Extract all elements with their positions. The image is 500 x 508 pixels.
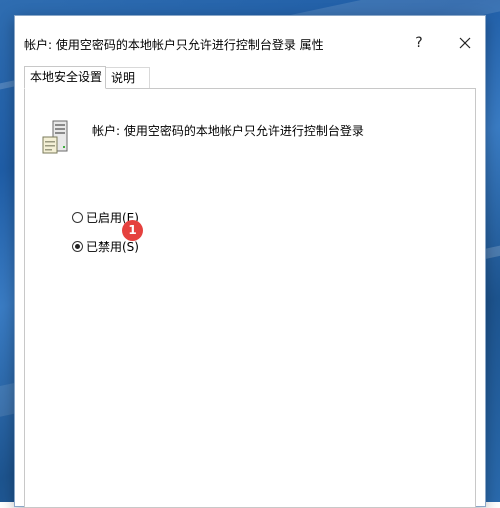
tab-local-security-setting[interactable]: 本地安全设置 [24,66,106,89]
title-bar[interactable]: 帐户: 使用空密码的本地帐户只允许进行控制台登录 属性 ? [15,16,485,60]
window-title: 帐户: 使用空密码的本地帐户只允许进行控制台登录 属性 [24,38,324,52]
annotation-badge: 1 [122,220,143,241]
help-button[interactable]: ? [406,30,432,56]
radio-selected-dot [75,244,80,249]
close-button[interactable] [452,30,478,56]
properties-dialog: 帐户: 使用空密码的本地帐户只允许进行控制台登录 属性 ? 本地安全设置 说明 … [15,16,485,508]
policy-name: 帐户: 使用空密码的本地帐户只允许进行控制台登录 [92,124,364,138]
enabled-radio[interactable] [72,212,83,223]
disabled-radio[interactable] [72,241,83,252]
tab-explain[interactable]: 说明 [106,67,150,88]
server-icon [42,120,68,154]
disabled-label[interactable]: 已禁用(S) [86,239,139,255]
tab-panel: 帐户: 使用空密码的本地帐户只允许进行控制台登录 已启用(E) 已禁用(S) [24,88,476,508]
close-icon [459,37,471,49]
